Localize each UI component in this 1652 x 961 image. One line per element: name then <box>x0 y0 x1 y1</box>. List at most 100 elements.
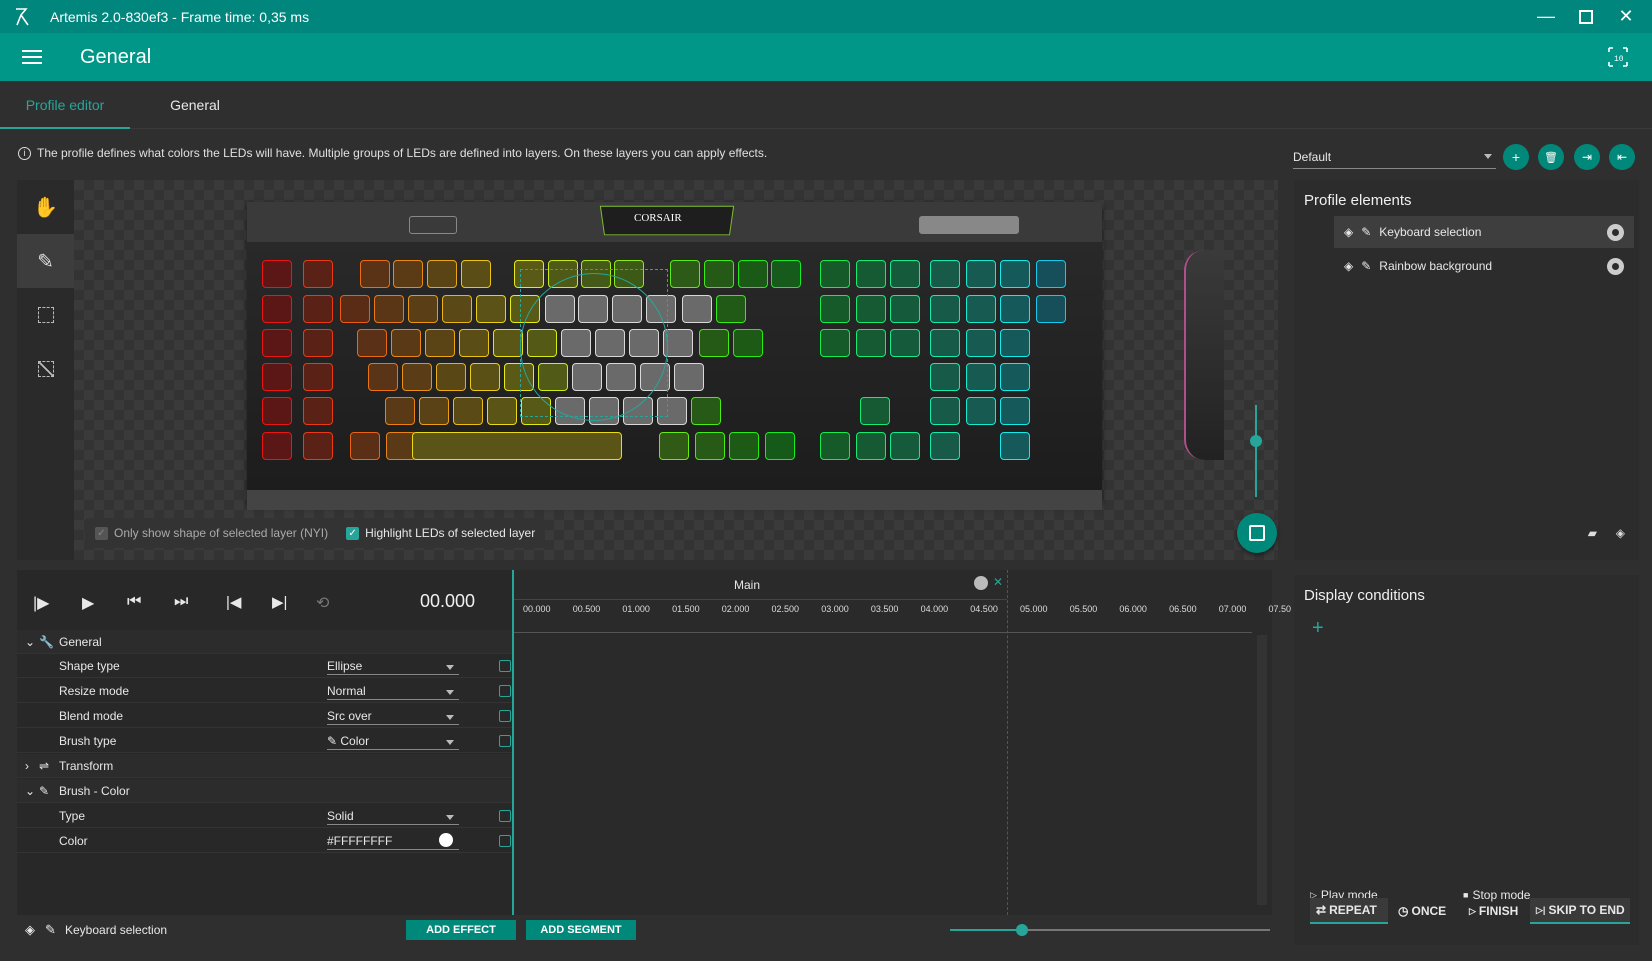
keyboard-key[interactable] <box>262 329 292 357</box>
add-profile-button[interactable]: + <box>1503 144 1529 170</box>
timeline[interactable]: Main ✕ <box>512 570 1272 915</box>
repeat-toggle-button[interactable]: ⟲ <box>316 593 329 613</box>
keyboard-key[interactable] <box>890 260 920 288</box>
keyboard-key[interactable] <box>368 363 398 391</box>
segment-repeat-icon[interactable] <box>974 576 988 590</box>
keyboard-key[interactable] <box>699 329 729 357</box>
keyboard-key[interactable] <box>890 295 920 323</box>
highlight-leds-checkbox[interactable]: ✓ <box>346 526 360 540</box>
playhead[interactable] <box>512 570 514 915</box>
profile-element-rainbow-background[interactable]: ◈ ✎ Rainbow background <box>1334 250 1634 282</box>
keyframe-toggle-icon[interactable] <box>499 734 511 747</box>
keyboard-key[interactable] <box>262 260 292 288</box>
previous-frame-button[interactable]: |◀ <box>226 593 241 611</box>
keyboard-key[interactable] <box>729 432 759 460</box>
keyboard-key[interactable] <box>966 329 996 357</box>
keyboard-key[interactable] <box>820 260 850 288</box>
keyboard-key[interactable] <box>856 260 886 288</box>
brush-type-select[interactable]: ✎ Color <box>327 732 459 750</box>
group-brush-color[interactable]: ⌄ ✎ Brush - Color <box>17 779 512 803</box>
keyboard-key[interactable] <box>350 432 380 460</box>
keyboard-key[interactable] <box>493 329 523 357</box>
keyboard-key[interactable] <box>856 295 886 323</box>
keyboard-key[interactable] <box>357 329 387 357</box>
keyboard-key[interactable] <box>303 329 333 357</box>
segment-end-marker[interactable] <box>1007 570 1008 915</box>
keyboard-key[interactable] <box>659 432 689 460</box>
keyboard-key[interactable] <box>436 363 466 391</box>
minimize-button[interactable]: — <box>1526 0 1566 33</box>
pan-tool-button[interactable]: ✋ <box>17 180 74 234</box>
spacebar-key[interactable] <box>412 432 622 460</box>
keyboard-key[interactable] <box>930 329 960 357</box>
keyboard-key[interactable] <box>930 432 960 460</box>
keyboard-key[interactable] <box>1000 295 1030 323</box>
keyframe-toggle-icon[interactable] <box>499 709 511 722</box>
keyboard-key[interactable] <box>820 329 850 357</box>
keyboard-key[interactable] <box>470 363 500 391</box>
profile-element-keyboard-selection[interactable]: ◈ ✎ Keyboard selection <box>1334 216 1634 248</box>
blend-mode-select[interactable]: Src over <box>327 707 459 725</box>
keyboard-key[interactable] <box>303 397 333 425</box>
keyboard-key[interactable] <box>691 397 721 425</box>
keyboard-key[interactable] <box>966 363 996 391</box>
keyboard-key[interactable] <box>670 260 700 288</box>
shape-bounds[interactable] <box>520 269 668 417</box>
keyboard-key[interactable] <box>476 295 506 323</box>
color-swatch[interactable] <box>439 832 453 847</box>
keyboard-key[interactable] <box>262 363 292 391</box>
keyboard-key[interactable] <box>820 432 850 460</box>
keyboard-key[interactable] <box>262 432 292 460</box>
add-effect-button[interactable]: ADD EFFECT <box>406 920 516 940</box>
keyboard-key[interactable] <box>391 329 421 357</box>
keyboard-key[interactable] <box>453 397 483 425</box>
remove-selection-tool-button[interactable] <box>17 342 74 396</box>
group-transform[interactable]: › ⇌ Transform <box>17 754 512 778</box>
close-button[interactable]: ✕ <box>1606 0 1646 33</box>
keyboard-key[interactable] <box>374 295 404 323</box>
keyboard-key[interactable] <box>385 397 415 425</box>
add-layer-icon[interactable]: ◈ <box>1616 526 1625 540</box>
keyboard-key[interactable] <box>459 329 489 357</box>
shape-type-select[interactable]: Ellipse <box>327 657 459 675</box>
only-show-shape-checkbox[interactable]: ✓ <box>95 526 108 540</box>
keyboard-key[interactable] <box>487 397 517 425</box>
keyboard-key[interactable] <box>695 432 725 460</box>
keyboard-key[interactable] <box>820 295 850 323</box>
keyboard-key[interactable] <box>856 432 886 460</box>
keyboard-key[interactable] <box>966 397 996 425</box>
play-button[interactable]: ▶ <box>82 593 94 613</box>
keyboard-key[interactable] <box>765 432 795 460</box>
delete-profile-button[interactable]: 🗑 <box>1538 144 1564 170</box>
keyframe-toggle-icon[interactable] <box>499 834 511 847</box>
keyframe-toggle-icon[interactable] <box>499 684 511 697</box>
keyboard-key[interactable] <box>1036 295 1066 323</box>
keyboard-key[interactable] <box>419 397 449 425</box>
zoom-slider-thumb[interactable] <box>1250 435 1262 447</box>
play-from-start-button[interactable]: |▶ <box>33 593 49 613</box>
reset-zoom-button[interactable] <box>1237 513 1277 553</box>
keyboard-key[interactable] <box>442 295 472 323</box>
add-folder-icon[interactable]: ▰ <box>1588 526 1597 540</box>
keyboard-key[interactable] <box>930 397 960 425</box>
resize-mode-select[interactable]: Normal <box>327 682 459 700</box>
finish-button[interactable]: ▷ FINISH <box>1463 898 1527 924</box>
keyboard-key[interactable] <box>966 260 996 288</box>
skip-to-end-button[interactable]: ▷| SKIP TO END <box>1530 898 1630 924</box>
go-to-end-button[interactable]: ⏭ <box>174 593 188 611</box>
keyboard-key[interactable] <box>930 260 960 288</box>
timeline-scrollbar[interactable] <box>1257 635 1267 905</box>
keyboard-key[interactable] <box>930 295 960 323</box>
mouse-device[interactable] <box>1184 250 1224 460</box>
type-select[interactable]: Solid <box>327 807 459 825</box>
keyboard-key[interactable] <box>930 363 960 391</box>
repeat-button[interactable]: ⇄ REPEAT <box>1310 898 1388 924</box>
keyboard-key[interactable] <box>716 295 746 323</box>
keyboard-key[interactable] <box>303 260 333 288</box>
zoom-slider[interactable] <box>1250 405 1262 497</box>
device-visualizer[interactable]: CORSAIR <box>74 180 1278 560</box>
keyboard-key[interactable] <box>704 260 734 288</box>
tab-profile-editor[interactable]: Profile editor <box>0 81 130 129</box>
keyboard-key[interactable] <box>461 260 491 288</box>
keyboard-key[interactable] <box>340 295 370 323</box>
